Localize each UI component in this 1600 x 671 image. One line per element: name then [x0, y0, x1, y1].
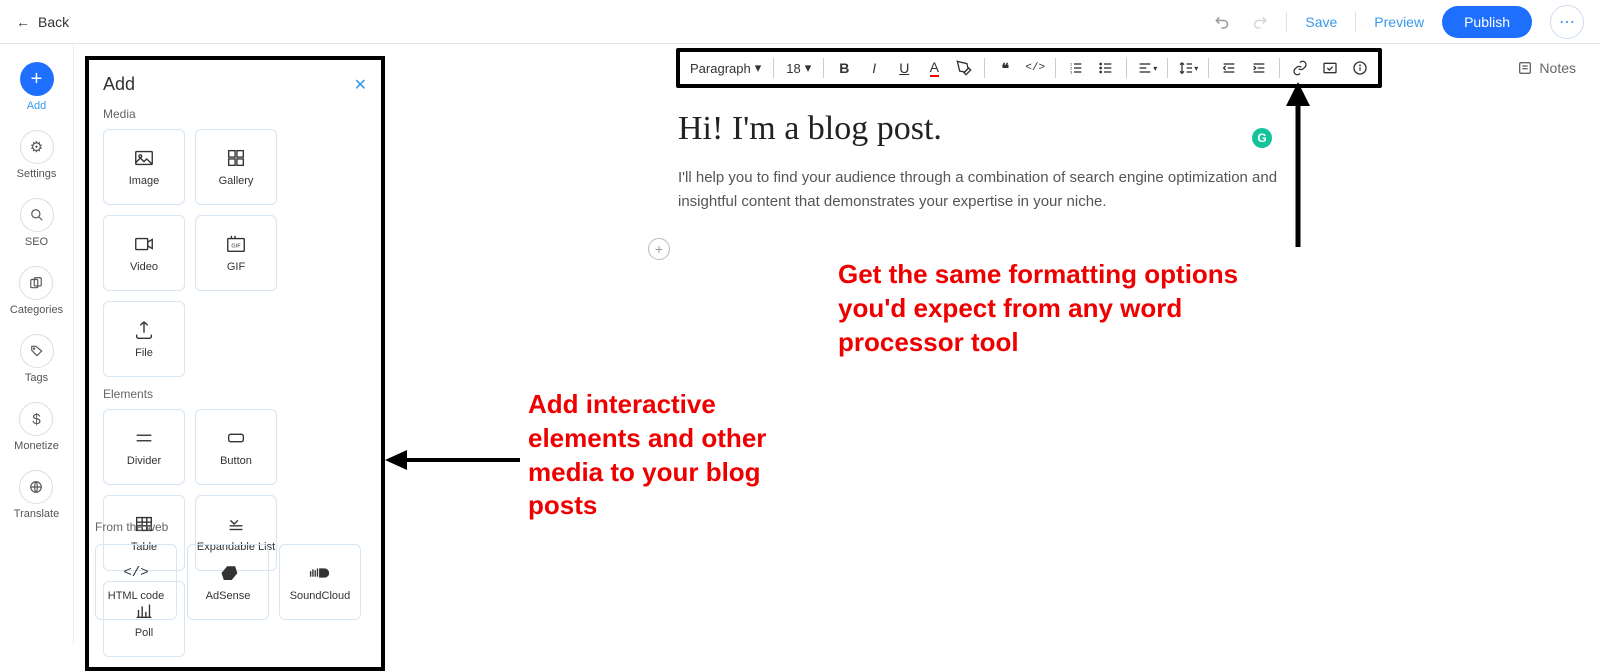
line-height-button[interactable]: ▾	[1176, 56, 1200, 80]
elements-section-label: Elements	[103, 387, 367, 401]
undo-button[interactable]	[1214, 13, 1232, 31]
sidebar-item-translate[interactable]: Translate	[14, 470, 59, 520]
dollar-icon: $	[19, 402, 53, 436]
cards-icon	[19, 266, 53, 300]
style-dropdown[interactable]: Paragraph▾	[686, 58, 765, 78]
link-button[interactable]	[1288, 56, 1312, 80]
info-button[interactable]	[1348, 56, 1372, 80]
sidebar-item-monetize[interactable]: $ Monetize	[14, 402, 59, 452]
grammarly-icon[interactable]: G	[1252, 128, 1272, 148]
post-title[interactable]: Hi! I'm a blog post.	[678, 110, 1278, 148]
save-button[interactable]: Save	[1305, 14, 1337, 30]
add-block-button[interactable]: +	[648, 238, 670, 260]
bullet-list-button[interactable]	[1094, 56, 1118, 80]
left-sidebar: + Add ⚙ Settings SEO Categories Tags $ M…	[0, 44, 74, 644]
publish-button[interactable]: Publish	[1442, 6, 1532, 38]
add-panel-title: Add	[103, 74, 135, 95]
back-label: Back	[38, 14, 69, 30]
arrow-right-annotation	[1278, 82, 1318, 252]
underline-button[interactable]: U	[892, 56, 916, 80]
italic-button[interactable]: I	[862, 56, 886, 80]
tile-button[interactable]: Button	[195, 409, 277, 485]
post-body[interactable]: I'll help you to find your audience thro…	[678, 166, 1278, 214]
code-button[interactable]: </>	[1023, 56, 1047, 80]
chevron-down-icon: ▾	[755, 60, 762, 76]
sidebar-item-categories[interactable]: Categories	[10, 266, 63, 316]
bold-button[interactable]: B	[832, 56, 856, 80]
tile-image[interactable]: Image	[103, 129, 185, 205]
chevron-down-icon: ▾	[805, 60, 812, 76]
numbered-list-button[interactable]: 123	[1064, 56, 1088, 80]
svg-text:GIF: GIF	[231, 244, 241, 250]
tile-file[interactable]: File	[103, 301, 185, 377]
tag-icon	[20, 334, 54, 368]
top-header: ← Back Save Preview Publish ⋯	[0, 0, 1600, 44]
annotation-right: Get the same formatting options you'd ex…	[838, 258, 1268, 359]
annotation-left: Add interactive elements and other media…	[528, 388, 828, 523]
back-button[interactable]: ← Back	[16, 14, 69, 30]
redo-button[interactable]	[1250, 13, 1268, 31]
soundcloud-icon	[309, 562, 331, 584]
more-button[interactable]: ⋯	[1550, 5, 1584, 39]
sidebar-item-tags[interactable]: Tags	[20, 334, 54, 384]
globe-icon	[19, 470, 53, 504]
gear-icon: ⚙	[20, 130, 54, 164]
search-icon	[20, 198, 54, 232]
tile-adsense[interactable]: ⬣AdSense	[187, 544, 269, 620]
tile-gallery[interactable]: Gallery	[195, 129, 277, 205]
code-icon: </>	[125, 562, 147, 584]
tile-divider[interactable]: Divider	[103, 409, 185, 485]
svg-text:3: 3	[1070, 69, 1073, 74]
tile-video[interactable]: Video	[103, 215, 185, 291]
tile-soundcloud[interactable]: SoundCloud	[279, 544, 361, 620]
indent-decrease-button[interactable]	[1217, 56, 1241, 80]
text-toolbar: Paragraph▾ 18▾ B I U A ❝ </> 123 ▾ ▾	[676, 48, 1382, 88]
web-section-label: From the web	[95, 520, 375, 534]
preview-button[interactable]: Preview	[1374, 14, 1424, 30]
quote-button[interactable]: ❝	[993, 56, 1017, 80]
separator	[1355, 12, 1356, 32]
notes-button[interactable]: Notes	[1517, 60, 1576, 76]
text-color-button[interactable]: A	[922, 56, 946, 80]
sidebar-item-seo[interactable]: SEO	[20, 198, 54, 248]
tile-html-code[interactable]: </>HTML code	[95, 544, 177, 620]
fontsize-dropdown[interactable]: 18▾	[782, 58, 815, 78]
indent-increase-button[interactable]	[1247, 56, 1271, 80]
notes-icon	[1517, 60, 1533, 76]
media-grid: Image Gallery Video GIFGIF File	[103, 129, 367, 377]
media-section-label: Media	[103, 107, 367, 121]
arrow-left-icon: ←	[16, 14, 30, 30]
sidebar-item-settings[interactable]: ⚙ Settings	[17, 130, 57, 180]
sidebar-add[interactable]: + Add	[20, 62, 54, 112]
adsense-icon: ⬣	[217, 562, 239, 584]
arrow-left-annotation	[385, 440, 525, 480]
header-actions: Save Preview Publish ⋯	[1214, 5, 1584, 39]
highlight-button[interactable]	[952, 56, 976, 80]
image-block-button[interactable]	[1318, 56, 1342, 80]
close-icon[interactable]: ✕	[354, 75, 367, 95]
tile-gif[interactable]: GIFGIF	[195, 215, 277, 291]
sidebar-add-label: Add	[27, 100, 47, 112]
align-button[interactable]: ▾	[1135, 56, 1159, 80]
post-content[interactable]: Hi! I'm a blog post. I'll help you to fi…	[678, 110, 1278, 214]
separator	[1286, 12, 1287, 32]
web-section: From the web </>HTML code ⬣AdSense Sound…	[95, 520, 375, 620]
plus-icon: +	[20, 62, 54, 96]
